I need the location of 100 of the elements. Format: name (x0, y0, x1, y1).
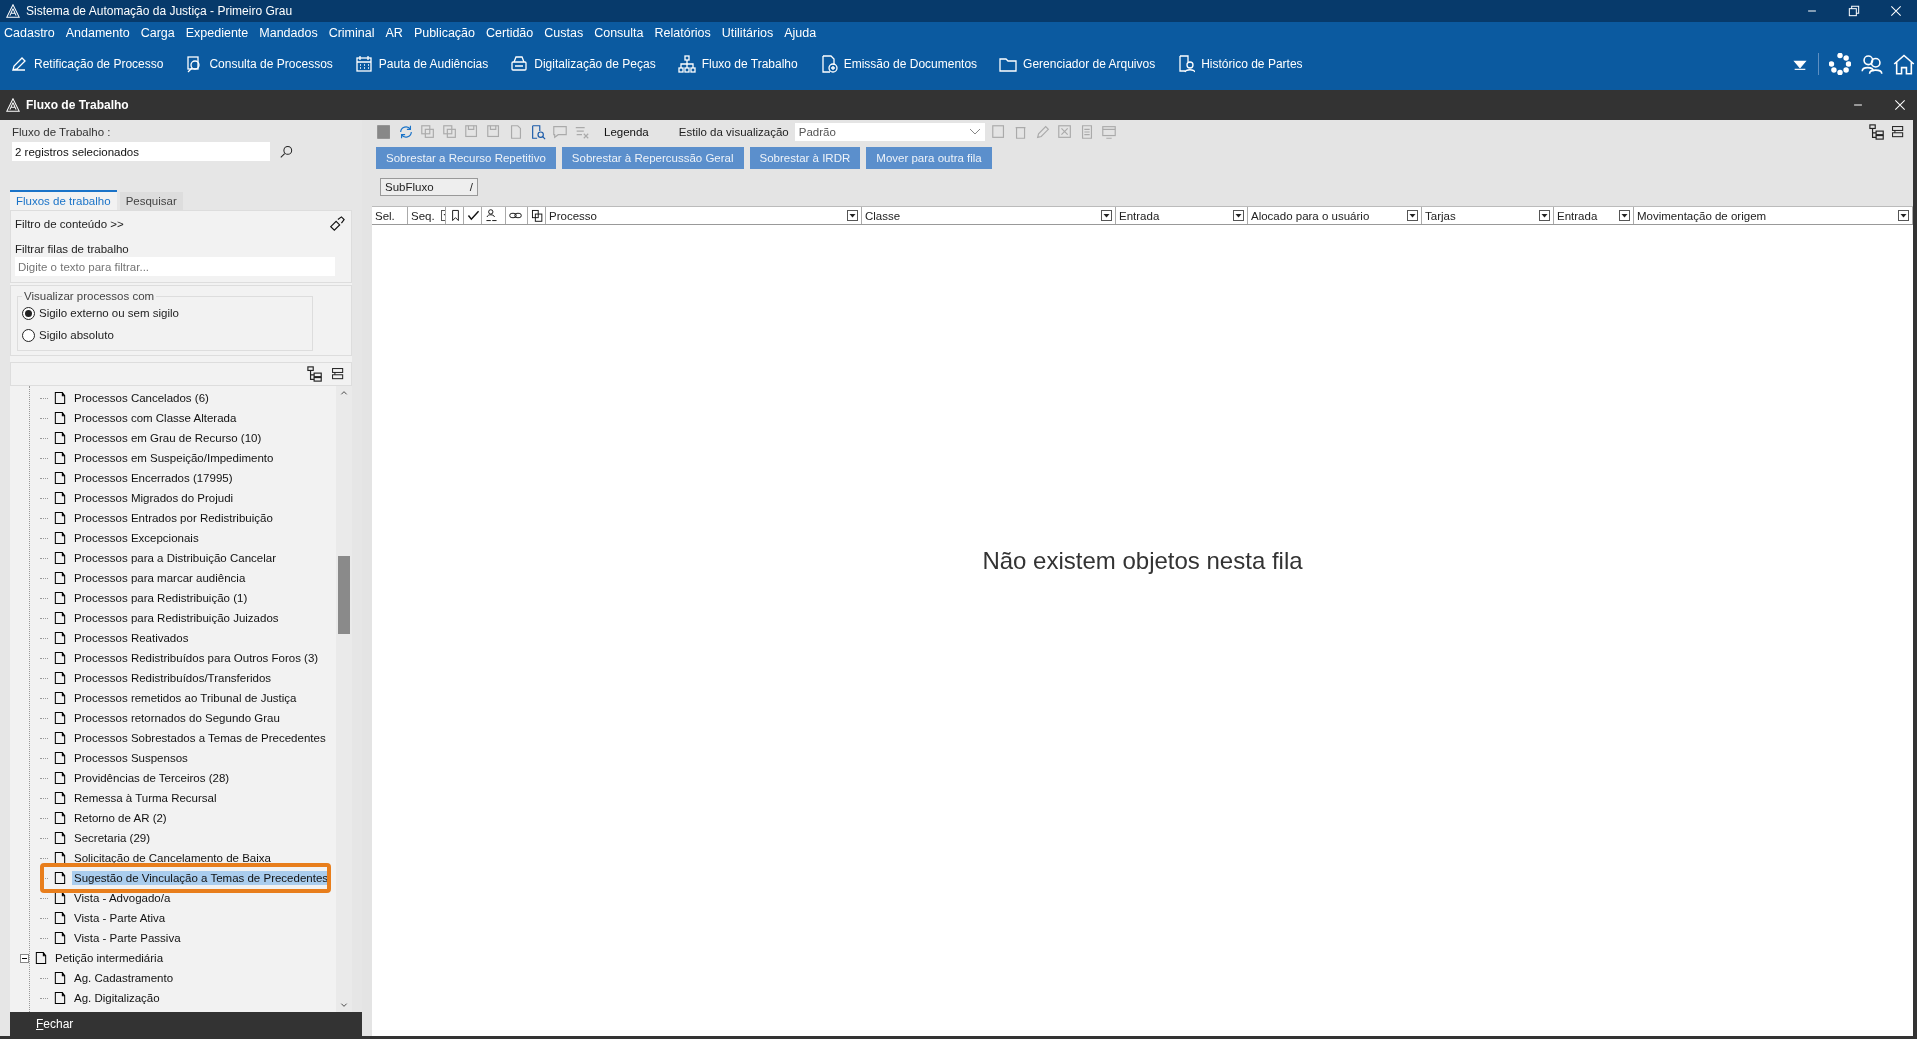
folder-icon (999, 55, 1018, 73)
toolbar-button[interactable]: Emissão de Documentos (815, 53, 982, 75)
menu-item[interactable]: Expediente (185, 26, 249, 40)
tree-item[interactable]: Processos Redistribuídos para Outros Foros (3) (72, 651, 321, 665)
tree-item[interactable]: Processos Suspensos (72, 751, 190, 765)
menu-item[interactable]: Criminal (328, 26, 375, 40)
tree-item[interactable]: Solicitação de Cancelamento de Baixa (72, 851, 273, 865)
document-icon (53, 831, 67, 845)
copy-icon (531, 209, 544, 222)
copy-icon (442, 124, 458, 140)
toolbar-button[interactable]: Retificação de Processo (6, 53, 168, 75)
menu-item[interactable]: AR (385, 26, 403, 40)
menu-item[interactable]: Cadastro (4, 26, 55, 40)
radio-button[interactable] (22, 306, 35, 320)
toolbar-button[interactable]: Pauta de Audiências (350, 53, 493, 75)
tree-item[interactable]: Vista - Parte Passiva (72, 931, 183, 945)
subwindow-title: Fluxo de Trabalho (26, 98, 130, 112)
scrollbar-thumb[interactable] (338, 556, 350, 634)
column-header[interactable]: Tarjas (1425, 209, 1456, 222)
tree-item[interactable]: Processos para marcar audiência (72, 571, 248, 585)
tree-item[interactable]: Vista - Parte Ativa (72, 911, 168, 925)
document-icon (53, 471, 67, 485)
menu-item[interactable]: Certidão (486, 26, 534, 40)
document-icon (53, 611, 67, 625)
tree-item[interactable]: Processos para a Distribuição Cancelar (72, 551, 278, 565)
workflow-field[interactable]: 2 registros selecionados (12, 142, 270, 161)
filter-field[interactable]: Digite o texto para filtrar... (15, 257, 335, 276)
tree-item[interactable]: Retorno de AR (2) (72, 811, 169, 825)
column-header[interactable]: Alocado para o usuário (1251, 209, 1370, 222)
close-button[interactable]: Fechar (36, 1017, 74, 1031)
subflow-field[interactable]: SubFluxo / (380, 178, 478, 196)
tree-item[interactable]: Vista - Advogado/a (72, 891, 173, 905)
column-header[interactable]: Movimentação de origem (1637, 209, 1767, 222)
tree-item[interactable]: Processos Excepcionais (72, 531, 201, 545)
tree-expand-icon (1869, 124, 1885, 140)
tree-item[interactable]: Processos Sobrestados a Temas de Precedentes (72, 731, 328, 745)
tree-item[interactable]: Processos em Grau de Recurso (10) (72, 431, 264, 445)
menu-item[interactable]: Utilitários (721, 26, 774, 40)
field-label: Filtrar filas de trabalho (15, 243, 130, 255)
tab[interactable]: Fluxos de trabalho (10, 190, 117, 210)
loading-dots-icon (1829, 53, 1851, 75)
toolbar-button[interactable]: Digitalização de Peças (506, 53, 660, 75)
tree-item[interactable]: Processos para Redistribuição Juizados (72, 611, 281, 625)
legend-button[interactable]: Legenda (604, 126, 649, 138)
tree-item[interactable]: Processos Encerrados (17995) (72, 471, 235, 485)
menu-item[interactable]: Consulta (594, 26, 644, 40)
tree-item[interactable]: Processos remetidos ao Tribunal de Justiça (72, 691, 299, 705)
collapse-icon[interactable] (20, 953, 29, 963)
tree-item[interactable]: Processos retornados do Segundo Grau (72, 711, 282, 725)
column-header[interactable]: Entrada (1119, 209, 1160, 222)
tree-item[interactable]: Processos para Redistribuição (1) (72, 591, 250, 605)
filter-toggle-link[interactable]: Filtro de conteúdo >> (15, 218, 124, 230)
pencil-icon (1034, 124, 1051, 140)
document-icon (53, 591, 67, 605)
document-icon (53, 991, 67, 1005)
close-icon (1889, 4, 1903, 18)
document-icon (53, 551, 67, 565)
column-header[interactable]: Classe (865, 209, 901, 222)
document-icon (53, 531, 67, 545)
document-icon (53, 451, 67, 465)
close-icon (1893, 98, 1907, 112)
column-header[interactable]: Seq. (411, 209, 435, 222)
tree-item[interactable]: Processos Redistribuídos/Transferidos (72, 671, 274, 685)
tree-item[interactable]: Remessa à Turma Recursal (72, 791, 219, 805)
chevron-down-icon[interactable] (968, 128, 981, 136)
radio-button[interactable] (22, 328, 35, 342)
menu-item[interactable]: Ajuda (784, 26, 817, 40)
tab[interactable]: Pesquisar (119, 192, 183, 210)
column-header[interactable]: Entrada (1557, 209, 1598, 222)
tree-item[interactable]: Petição intermediária (53, 951, 166, 965)
tree-item[interactable]: Ag. Cadastramento (72, 971, 176, 985)
toolbar-button[interactable]: Gerenciador de Arquivos (995, 53, 1160, 75)
menu-item[interactable]: Custas (544, 26, 584, 40)
column-header[interactable]: Processo (549, 209, 597, 222)
menu-item[interactable]: Andamento (65, 26, 130, 40)
document-icon (53, 411, 67, 425)
tree-item[interactable]: Ag. Digitalização (72, 991, 162, 1005)
document-icon (53, 911, 67, 925)
tree-item[interactable]: Secretaria (29) (72, 831, 153, 845)
tree-collapse-icon (331, 367, 345, 381)
tree-item[interactable]: Processos Cancelados (6) (72, 391, 211, 405)
menu-item[interactable]: Mandados (259, 26, 318, 40)
document-icon (53, 771, 67, 785)
field-label: Fluxo de Trabalho : (12, 126, 112, 138)
menu-item[interactable]: Relatórios (654, 26, 711, 40)
tree-item[interactable]: Processos em Suspeição/Impedimento (72, 451, 276, 465)
tree-item[interactable]: Providências de Terceiros (28) (72, 771, 232, 785)
tree-item[interactable]: Processos Reativados (72, 631, 191, 645)
triangle-logo-icon (6, 4, 20, 18)
tree-item[interactable]: Processos Migrados do Projudi (72, 491, 236, 505)
tree-item[interactable]: Processos com Classe Alterada (72, 411, 239, 425)
menu-item[interactable]: Carga (140, 26, 175, 40)
document-person-icon (1177, 55, 1196, 73)
toolbar-button[interactable]: Histórico de Partes (1173, 53, 1307, 75)
toolbar-button[interactable]: Fluxo de Trabalho (673, 53, 802, 75)
toolbar-button[interactable]: Consulta de Processos (181, 53, 337, 75)
menu-item[interactable]: Publicação (413, 26, 476, 40)
tree-item[interactable]: Processos Entrados por Redistribuição (72, 511, 275, 525)
view-style-dropdown[interactable]: Padrão (794, 123, 985, 141)
column-header[interactable]: Sel. (375, 209, 395, 222)
